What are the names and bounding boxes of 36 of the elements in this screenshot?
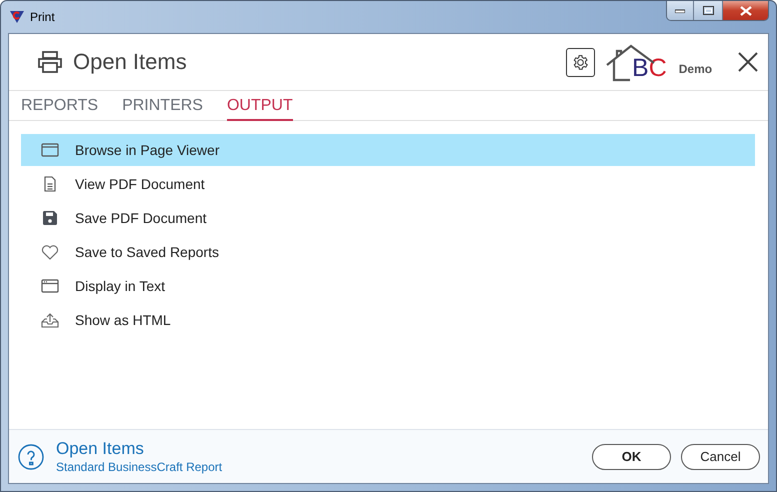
- document-icon: [44, 176, 56, 192]
- cancel-button[interactable]: Cancel: [681, 444, 760, 470]
- gear-icon: [572, 54, 589, 70]
- window-icon: [41, 143, 59, 157]
- output-option[interactable]: Browse in Page Viewer: [21, 134, 755, 166]
- report-subtitle: Standard BusinessCraft Report: [56, 458, 224, 474]
- output-option[interactable]: View PDF Document: [21, 168, 755, 200]
- dialog-title: Open Items: [73, 49, 188, 75]
- close-icon: [738, 52, 758, 72]
- settings-button[interactable]: [566, 48, 595, 76]
- report-title: Open Items: [56, 438, 145, 458]
- output-option[interactable]: Save to Saved Reports: [21, 236, 755, 268]
- printer-icon: [37, 51, 63, 73]
- output-option[interactable]: Save PDF Document: [21, 202, 755, 234]
- tab[interactable]: PRINTERS: [122, 96, 203, 121]
- output-option[interactable]: Show as HTML: [21, 304, 755, 336]
- close-button[interactable]: [722, 1, 768, 20]
- tab[interactable]: REPORTS: [21, 96, 98, 121]
- minimize-icon: [675, 8, 685, 12]
- minimize-button[interactable]: [667, 1, 693, 20]
- ok-button[interactable]: OK: [592, 444, 671, 470]
- tab[interactable]: OUTPUT: [226, 96, 293, 121]
- output-option[interactable]: Display in Text: [21, 270, 755, 302]
- heart-icon: [41, 244, 59, 260]
- close-button[interactable]: [738, 52, 758, 72]
- upload-tray-icon: [41, 312, 59, 328]
- app-logo-icon: [10, 10, 24, 24]
- text-window-icon: [41, 279, 59, 293]
- help-icon[interactable]: [18, 444, 44, 470]
- close-icon: [740, 6, 752, 16]
- logo-letter: C: [648, 56, 667, 81]
- window-title: Print: [30, 10, 56, 24]
- logo-letter: B: [632, 56, 649, 81]
- maximize-button[interactable]: [693, 1, 722, 20]
- maximize-icon: [702, 6, 714, 15]
- edition-label: Demo: [678, 62, 712, 76]
